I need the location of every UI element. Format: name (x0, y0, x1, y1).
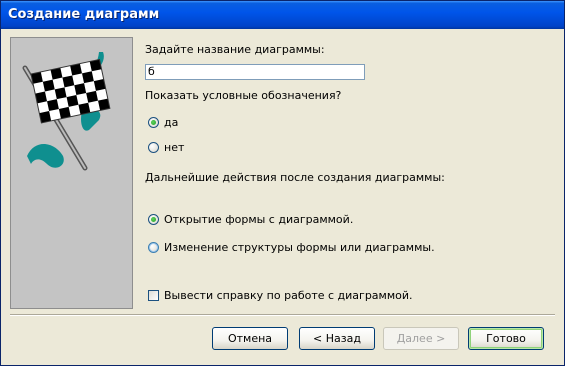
edit-structure-label: Изменение структуры формы или диаграммы. (164, 241, 435, 254)
finish-button[interactable]: Готово (468, 327, 544, 350)
next-button[interactable]: Далее > (383, 327, 459, 350)
radio-button-icon[interactable] (148, 214, 159, 225)
chart-name-label: Задайте название диаграммы: (145, 43, 325, 56)
open-form-radio[interactable]: Открытие формы с диаграммой. (148, 213, 353, 226)
help-checkbox[interactable]: Вывести справку по работе с диаграммой. (148, 289, 413, 302)
legend-yes-radio[interactable]: да (148, 116, 178, 129)
wizard-body: Задайте название диаграммы: б Показать у… (4, 29, 561, 362)
radio-button-icon[interactable] (148, 242, 159, 253)
legend-question-label: Показать условные обозначения? (145, 89, 342, 102)
radio-button-icon[interactable] (148, 117, 159, 128)
checkered-flag-icon (10, 37, 133, 309)
back-button[interactable]: < Назад (299, 327, 375, 350)
help-checkbox-label: Вывести справку по работе с диаграммой. (164, 289, 413, 302)
legend-yes-label: да (164, 116, 179, 129)
radio-button-icon[interactable] (148, 142, 159, 153)
chart-name-input[interactable]: б (145, 64, 365, 80)
divider (10, 314, 555, 316)
legend-no-label: нет (164, 141, 185, 154)
chart-wizard-window: Создание диаграмм Задайте название диагр… (0, 0, 565, 366)
window-title: Создание диаграмм (8, 7, 160, 22)
next-actions-label: Дальнейшие действия после создания диагр… (145, 171, 445, 184)
cancel-button[interactable]: Отмена (212, 327, 288, 350)
title-bar[interactable]: Создание диаграмм (1, 1, 564, 29)
edit-structure-radio[interactable]: Изменение структуры формы или диаграммы. (148, 241, 435, 254)
open-form-label: Открытие формы с диаграммой. (164, 213, 354, 226)
legend-no-radio[interactable]: нет (148, 141, 184, 154)
checkbox-icon[interactable] (148, 290, 159, 301)
